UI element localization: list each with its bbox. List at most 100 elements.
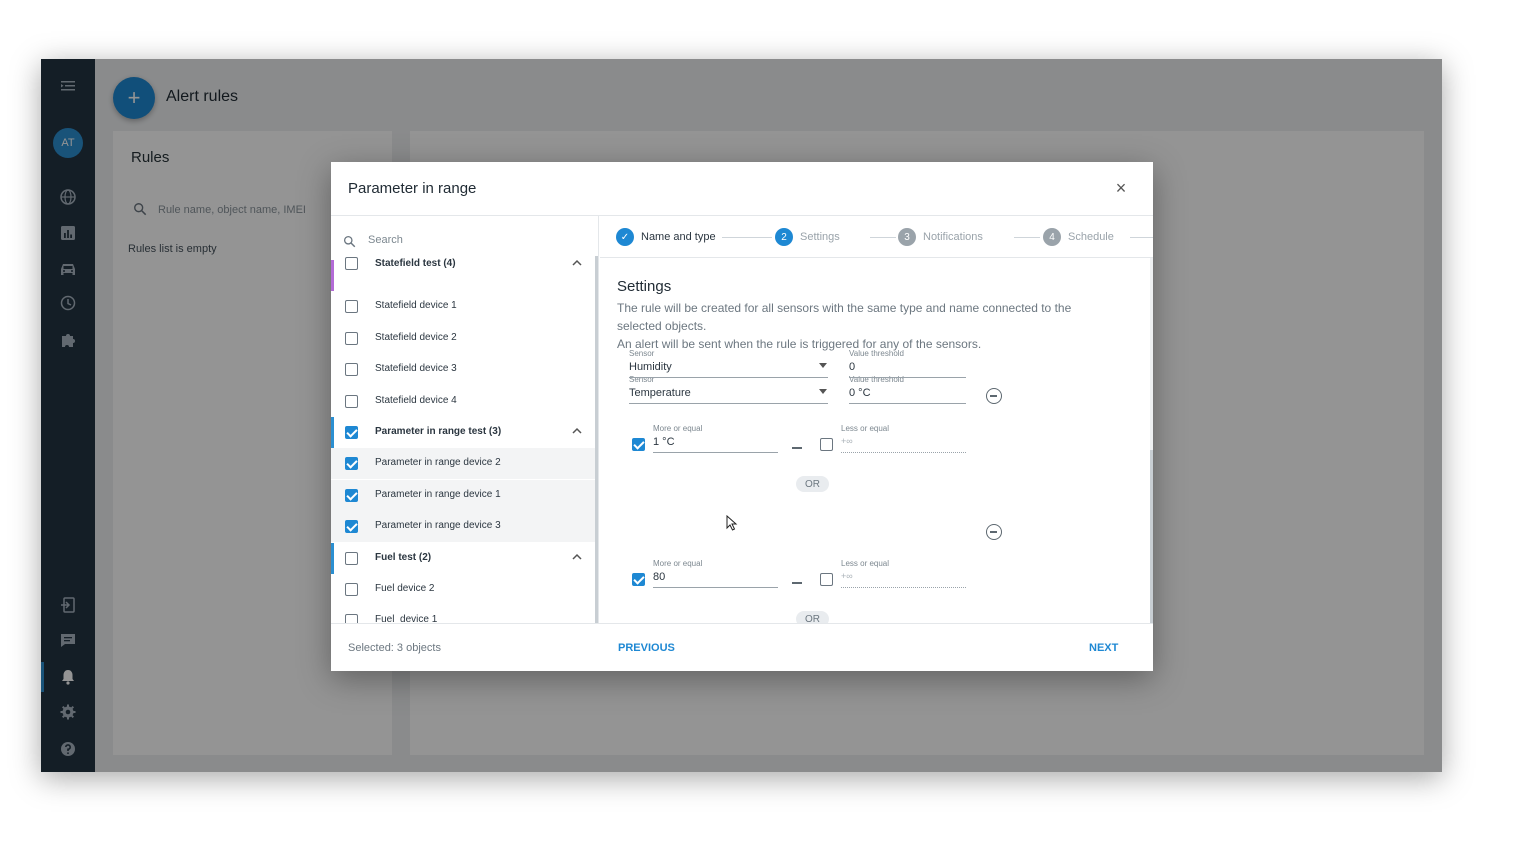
step-settings[interactable]: 2 Settings [775, 228, 840, 246]
less-or-equal-value: +∞ [841, 436, 853, 446]
group-marker [331, 260, 334, 291]
more-or-equal-checkbox[interactable] [632, 438, 645, 451]
object-checkbox[interactable] [345, 488, 358, 502]
step-label: Name and type [641, 231, 716, 243]
sensor-select[interactable]: Sensor Humidity [629, 349, 828, 379]
step-number: 3 [898, 228, 916, 246]
object-checkbox[interactable] [345, 363, 358, 377]
object-checkbox[interactable] [345, 614, 358, 623]
sensor-select[interactable]: Sensor Temperature [629, 375, 828, 405]
step-name-and-type[interactable]: ✓ Name and type [616, 228, 716, 246]
chevron-up-icon[interactable] [571, 551, 583, 563]
group-marker [331, 542, 334, 574]
step-schedule[interactable]: 4 Schedule [1043, 228, 1114, 246]
remove-sensor-icon[interactable] [986, 388, 1002, 404]
less-or-equal-label: Less or equal [841, 424, 890, 433]
less-or-equal-value: +∞ [841, 571, 853, 581]
next-button[interactable]: NEXT [1089, 642, 1118, 654]
or-separator: OR [796, 611, 829, 623]
settings-panel: ✓ Name and type 2 Settings 3 Notificatio… [600, 216, 1153, 623]
threshold-value: 0 [849, 361, 856, 373]
object-checkbox[interactable] [345, 426, 358, 439]
settings-description-line: The rule will be created for all sensors… [617, 301, 1072, 333]
object-group-row[interactable]: Parameter in range test (3) [331, 417, 595, 448]
object-group-row[interactable]: Statefield test (4) [331, 257, 595, 291]
object-checkbox[interactable] [345, 300, 358, 314]
object-label: Parameter in range test (3) [375, 426, 502, 437]
step-label: Settings [800, 231, 840, 243]
or-separator: OR [796, 476, 829, 492]
object-group-row[interactable]: Fuel test (2) [331, 542, 595, 574]
object-row[interactable]: Statefield device 2 [331, 323, 595, 354]
chevron-up-icon[interactable] [571, 257, 583, 269]
object-search-placeholder: Search [368, 234, 403, 246]
dialog-footer: Selected: 3 objects PREVIOUS NEXT [331, 623, 1153, 671]
object-label: Parameter in range device 2 [375, 457, 501, 469]
dialog-header: Parameter in range × [331, 162, 1153, 216]
object-row[interactable]: Parameter in range device 1 [331, 479, 595, 511]
object-checkbox[interactable] [345, 394, 358, 408]
group-marker [331, 417, 334, 448]
settings-scrollbar[interactable] [1150, 258, 1153, 623]
object-row[interactable]: Parameter in range device 2 [331, 448, 595, 480]
more-or-equal-field[interactable]: More or equal 1 °C [653, 424, 778, 454]
object-row[interactable]: Parameter in range device 3 [331, 511, 595, 543]
threshold-label: Value threshold [849, 349, 904, 358]
range-dash [792, 447, 802, 449]
dialog-title: Parameter in range [348, 180, 477, 197]
object-row[interactable]: Statefield device 4 [331, 386, 595, 417]
step-connector [722, 237, 772, 238]
previous-button[interactable]: PREVIOUS [618, 642, 675, 654]
more-or-equal-label: More or equal [653, 559, 703, 568]
less-or-equal-label: Less or equal [841, 559, 890, 568]
more-or-equal-checkbox[interactable] [632, 573, 645, 586]
check-icon: ✓ [616, 228, 634, 246]
object-checkbox[interactable] [345, 257, 358, 270]
more-or-equal-field[interactable]: More or equal 80 [653, 559, 778, 589]
less-or-equal-field[interactable]: Less or equal +∞ [841, 559, 966, 589]
less-or-equal-checkbox[interactable] [820, 438, 833, 451]
object-row[interactable]: Fuel device 2 [331, 574, 595, 605]
step-number: 4 [1043, 228, 1061, 246]
stepper: ✓ Name and type 2 Settings 3 Notificatio… [600, 216, 1153, 258]
chevron-down-icon [819, 363, 827, 368]
range-dash [792, 582, 802, 584]
chevron-up-icon[interactable] [571, 425, 583, 437]
chevron-down-icon [819, 389, 827, 394]
object-checkbox[interactable] [345, 583, 358, 596]
more-or-equal-value: 80 [653, 571, 666, 583]
object-checkbox[interactable] [345, 520, 358, 534]
object-label: Fuel device 2 [375, 583, 435, 594]
more-or-equal-value: 1 °C [653, 436, 675, 448]
step-number: 2 [775, 228, 793, 246]
settings-title: Settings [617, 278, 672, 295]
object-row[interactable]: Statefield device 1 [331, 291, 595, 322]
selected-count: Selected: 3 objects [348, 642, 441, 654]
step-label: Notifications [923, 231, 983, 243]
step-notifications[interactable]: 3 Notifications [898, 228, 983, 246]
step-connector [1014, 237, 1040, 238]
sensor-label: Sensor [629, 349, 655, 358]
object-checkbox[interactable] [345, 551, 358, 565]
object-label: Parameter in range device 3 [375, 520, 501, 532]
settings-description: The rule will be created for all sensors… [617, 299, 1117, 353]
remove-sensor-icon[interactable] [986, 524, 1002, 540]
object-checkbox[interactable] [345, 331, 358, 345]
close-icon[interactable]: × [1112, 178, 1130, 198]
value-threshold-field[interactable]: Value threshold 0 [849, 349, 966, 379]
rule-dialog: Parameter in range × Search Statefield t… [331, 162, 1153, 671]
object-list-scrollbar[interactable] [595, 256, 598, 623]
value-threshold-field[interactable]: Value threshold 0 °C [849, 375, 966, 405]
object-label: Statefield device 1 [375, 300, 457, 312]
step-connector [870, 237, 896, 238]
object-checkbox[interactable] [345, 457, 358, 471]
object-label: Statefield device 3 [375, 363, 457, 375]
object-row[interactable]: Fuel_device 1 [331, 605, 595, 623]
less-or-equal-checkbox[interactable] [820, 573, 833, 586]
object-label: Fuel_device 1 [375, 614, 438, 623]
search-icon [343, 235, 356, 248]
object-row[interactable]: Statefield device 3 [331, 354, 595, 385]
less-or-equal-field[interactable]: Less or equal +∞ [841, 424, 966, 454]
step-label: Schedule [1068, 231, 1114, 243]
step-connector [1130, 237, 1153, 238]
